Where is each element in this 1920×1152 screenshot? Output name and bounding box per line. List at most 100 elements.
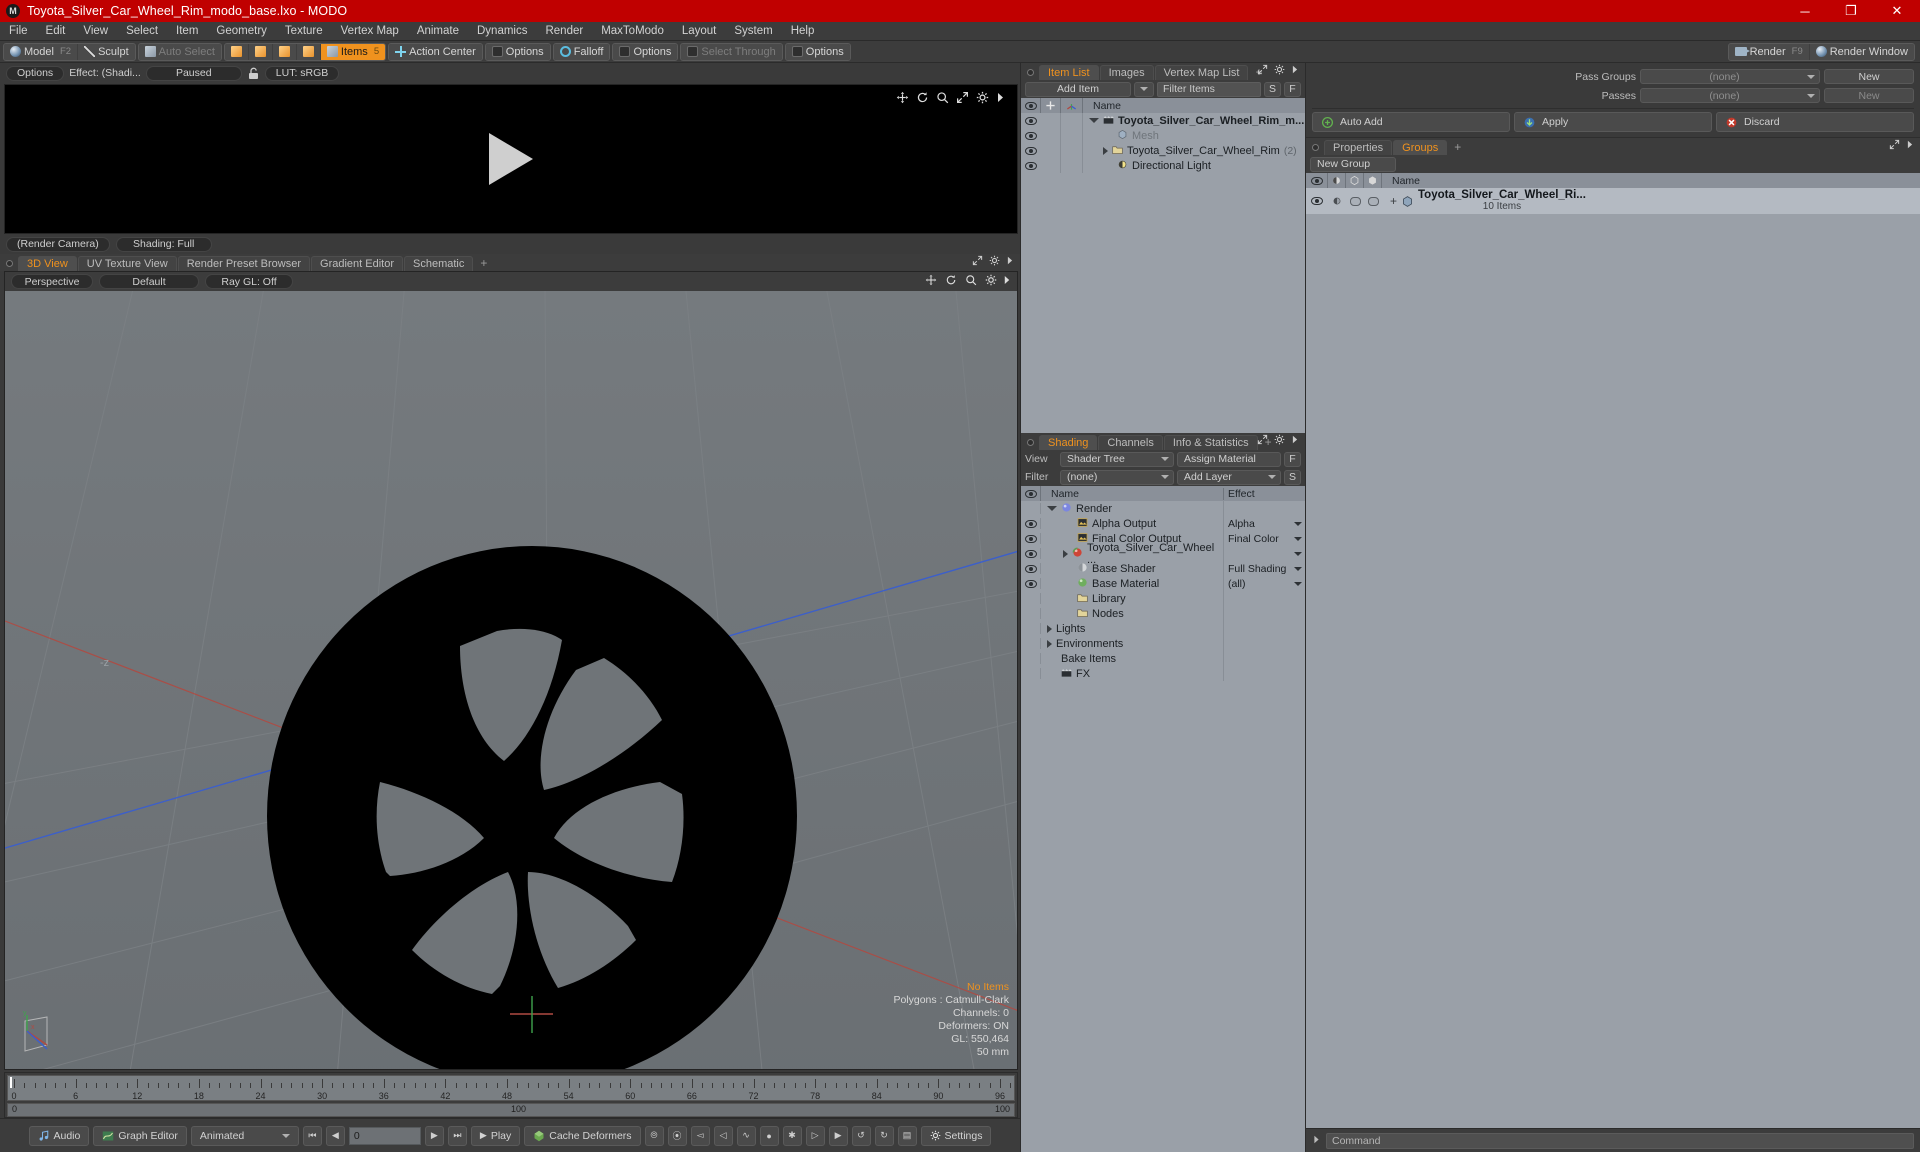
zoom-icon[interactable] xyxy=(936,91,949,104)
shader-row-effect[interactable]: Full Shading xyxy=(1223,561,1305,576)
shading-s-button[interactable]: S xyxy=(1284,469,1301,485)
shader-row-visibility-toggle[interactable] xyxy=(1021,563,1041,574)
tab-item-list[interactable]: Item List xyxy=(1039,65,1099,80)
shader-row-visibility-toggle[interactable] xyxy=(1021,578,1041,589)
shading-tab-dot[interactable] xyxy=(1027,439,1034,446)
viewport-3d[interactable]: -z No Items Polygons : Catmull-Clark Cha… xyxy=(5,291,1017,1069)
preview-paused-button[interactable]: Paused xyxy=(145,65,242,81)
item-list-row[interactable]: Mesh xyxy=(1021,128,1305,143)
timeline-range-bar[interactable]: 0 100 100 xyxy=(7,1103,1015,1117)
edge-mode-button[interactable] xyxy=(248,43,273,60)
shader-row-visibility-toggle[interactable] xyxy=(1021,503,1041,514)
items-mode-button[interactable]: Items 5 xyxy=(320,43,386,60)
row-visibility-toggle[interactable] xyxy=(1021,130,1041,141)
key-cycle-button[interactable]: ↻ xyxy=(874,1125,894,1146)
group-row-eye[interactable] xyxy=(1306,197,1328,205)
row-transform-cell[interactable] xyxy=(1061,128,1083,143)
select-through-options-button[interactable]: Options xyxy=(785,43,850,60)
menu-vertex-map[interactable]: Vertex Map xyxy=(332,22,408,41)
group-row-checkbox-2[interactable] xyxy=(1364,196,1382,206)
menu-file[interactable]: File xyxy=(0,22,37,41)
shader-tree-row[interactable]: Lights xyxy=(1021,621,1305,636)
viewport-pan-icon[interactable] xyxy=(925,274,937,289)
material-mode-button[interactable] xyxy=(296,43,321,60)
polygon-mode-button[interactable] xyxy=(272,43,297,60)
item-list-row[interactable]: Toyota_Silver_Car_Wheel_Rim (2) xyxy=(1021,143,1305,158)
menu-dynamics[interactable]: Dynamics xyxy=(468,22,536,41)
shader-row-visibility-toggle[interactable] xyxy=(1021,548,1041,559)
shader-tree-row[interactable]: FX xyxy=(1021,666,1305,681)
menu-maxtomodo[interactable]: MaxToModo xyxy=(592,22,673,41)
shading-arrow-icon[interactable] xyxy=(1291,434,1299,448)
shading-mode-button[interactable]: Shading: Full xyxy=(115,236,212,252)
item-list-row[interactable]: Directional Light xyxy=(1021,158,1305,173)
key-channels-button[interactable]: ▤ xyxy=(897,1125,917,1146)
view-dropdown[interactable]: Shader Tree xyxy=(1060,451,1174,467)
pass-groups-new-button[interactable]: New xyxy=(1824,69,1914,84)
shading-style-button[interactable]: Default xyxy=(99,274,199,289)
frame-field[interactable]: 0 xyxy=(348,1126,421,1145)
menu-geometry[interactable]: Geometry xyxy=(207,22,276,41)
tab-3d-view[interactable]: 3D View xyxy=(18,256,77,271)
row-visibility-toggle[interactable] xyxy=(1021,145,1041,156)
add-item-dropdown[interactable] xyxy=(1134,81,1154,97)
tab-gradient-editor[interactable]: Gradient Editor xyxy=(311,256,403,271)
expand-triangle-icon[interactable] xyxy=(1063,549,1068,558)
collapse-triangle-icon[interactable] xyxy=(1047,506,1057,511)
graph-editor-button[interactable]: Graph Editor xyxy=(93,1125,187,1146)
add-layer-dropdown[interactable]: Add Layer xyxy=(1177,469,1281,485)
groups-body[interactable]: + Toyota_Silver_Car_Wheel_Ri... 10 Items xyxy=(1306,188,1920,1128)
shader-tree-row[interactable]: Bake Items xyxy=(1021,651,1305,666)
command-input[interactable]: Command xyxy=(1326,1132,1914,1149)
shader-row-effect[interactable] xyxy=(1223,621,1305,636)
timeline-ruler[interactable]: 0 6 12 18 24 30 36 42 48 54 60 66 72 78 84 90 96 xyxy=(7,1075,1053,1101)
row-lock-cell[interactable] xyxy=(1041,143,1061,158)
play-button[interactable]: ▶ Play xyxy=(470,1125,521,1146)
item-list-row[interactable]: Toyota_Silver_Car_Wheel_Rim_m... xyxy=(1021,113,1305,128)
settings-button[interactable]: Settings xyxy=(920,1125,992,1146)
row-visibility-toggle[interactable] xyxy=(1021,160,1041,171)
expand-triangle-icon[interactable] xyxy=(1047,639,1052,648)
select-through-button[interactable]: Select Through xyxy=(681,43,782,60)
curve-key-button[interactable]: ∿ xyxy=(736,1125,756,1146)
falloff-button[interactable]: Falloff xyxy=(553,43,610,60)
shader-tree-row[interactable]: Base Material (all) xyxy=(1021,576,1305,591)
shading-f-button[interactable]: F xyxy=(1284,451,1301,467)
menu-help[interactable]: Help xyxy=(782,22,824,41)
auto-key-button[interactable]: ↺ xyxy=(851,1125,871,1146)
disable-deformers-button[interactable]: ⦿ xyxy=(667,1125,687,1146)
menu-render[interactable]: Render xyxy=(536,22,592,41)
item-list-tab-dot[interactable] xyxy=(1027,69,1034,76)
collapse-triangle-icon[interactable] xyxy=(1089,118,1099,123)
tab-render-preset-browser[interactable]: Render Preset Browser xyxy=(177,256,311,271)
item-list-s-button[interactable]: S xyxy=(1264,81,1281,97)
shader-row-effect[interactable] xyxy=(1223,666,1305,681)
shader-tree-row[interactable]: Base Shader Full Shading xyxy=(1021,561,1305,576)
shader-row-visibility-toggle[interactable] xyxy=(1021,593,1041,604)
expand-triangle-icon[interactable] xyxy=(1103,146,1108,155)
tabrow-gear-icon[interactable] xyxy=(989,255,1000,269)
preview-effect-label[interactable]: Effect: (Shadi... xyxy=(69,67,141,79)
key-first-button[interactable]: ◁ xyxy=(713,1125,733,1146)
shader-tree-row[interactable]: Environments xyxy=(1021,636,1305,651)
close-button[interactable]: ✕ xyxy=(1874,0,1920,22)
render-camera-button[interactable]: (Render Camera) xyxy=(6,236,110,252)
discard-button[interactable]: Discard xyxy=(1716,112,1914,132)
passes-dropdown[interactable]: (none) xyxy=(1640,88,1820,103)
tabrow-arrow-icon[interactable] xyxy=(1006,255,1014,269)
row-transform-cell[interactable] xyxy=(1061,158,1083,173)
expand-triangle-icon[interactable] xyxy=(1047,624,1052,633)
tabrow-maximize-icon[interactable] xyxy=(972,255,983,269)
pan-icon[interactable] xyxy=(896,91,909,104)
delete-key-button[interactable]: ✱ xyxy=(782,1125,802,1146)
shader-tree-row[interactable]: Nodes xyxy=(1021,606,1305,621)
animated-dropdown[interactable]: Animated xyxy=(190,1125,299,1146)
menu-select[interactable]: Select xyxy=(117,22,167,41)
enable-deformers-button[interactable]: ⦾ xyxy=(644,1125,664,1146)
apply-button[interactable]: Apply xyxy=(1514,112,1712,132)
shader-tree-row[interactable]: Render xyxy=(1021,501,1305,516)
tab-shading[interactable]: Shading xyxy=(1039,435,1098,450)
add-item-button[interactable]: Add Item xyxy=(1025,81,1131,97)
group-row-shading[interactable] xyxy=(1328,196,1346,206)
create-key-button[interactable]: ● xyxy=(759,1125,779,1146)
